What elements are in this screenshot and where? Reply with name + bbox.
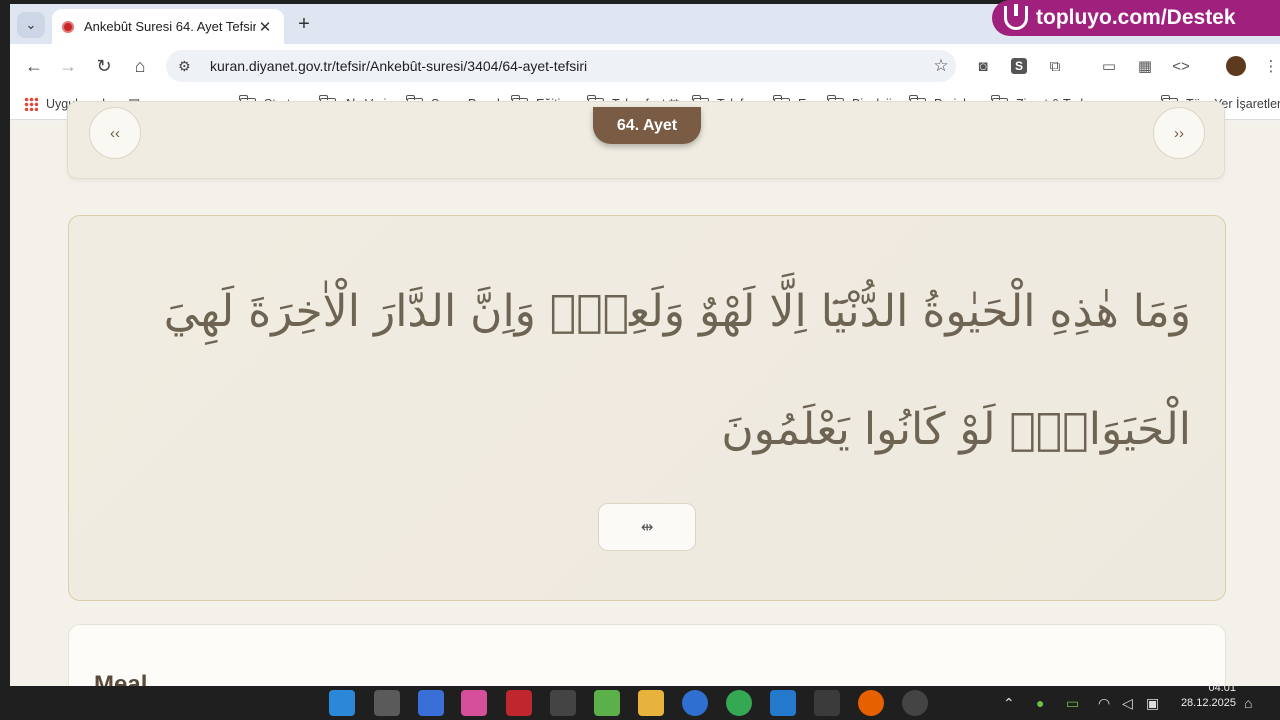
copilot-icon[interactable]: [461, 690, 487, 716]
apps-grid-icon: [24, 97, 38, 111]
qr-code-icon[interactable]: ▦: [1134, 55, 1156, 77]
tray-chevron-icon[interactable]: ⌃: [1003, 695, 1015, 712]
topluyo-logo-icon: [1004, 4, 1028, 30]
menu-kebab-icon[interactable]: ⋮: [1260, 55, 1280, 77]
tab-search-button[interactable]: ⌄: [17, 12, 45, 38]
battery-charge-icon[interactable]: ▭: [1066, 695, 1079, 712]
browser-blue-icon[interactable]: [682, 690, 708, 716]
file-explorer-icon[interactable]: [638, 690, 664, 716]
desktop: ⌄ Ankebût Suresi 64. Ayet Tefsiri ✕ + ← …: [0, 0, 1280, 720]
browser-toolbar: ← → ↻ ⌂ ⚙ kuran.diyanet.gov.tr/tefsir/An…: [10, 44, 1280, 88]
reload-icon[interactable]: ↻: [92, 54, 116, 78]
diyanet-favicon-icon: [62, 20, 74, 33]
next-ayet-button[interactable]: ››: [1153, 107, 1205, 159]
windows-start-icon[interactable]: [329, 690, 355, 716]
volume-icon[interactable]: ◁: [1122, 695, 1133, 712]
ayet-navigation-card: ‹‹ 64. Ayet ››: [67, 101, 1225, 179]
notification-icon[interactable]: ⌂: [1244, 695, 1252, 711]
windows-taskbar: ⌃ ● ▭ ◠ ◁ ▣ ⌂: [0, 686, 1280, 720]
ayet-number-badge: 64. Ayet: [593, 107, 701, 144]
system-clock[interactable]: 04:01 28.12.2025: [1176, 681, 1236, 711]
app-download-icon[interactable]: [814, 690, 840, 716]
address-bar[interactable]: ⚙ kuran.diyanet.gov.tr/tefsir/Ankebût-su…: [166, 50, 956, 82]
topluyo-overlay-logo: topluyo.com/Destek: [992, 0, 1280, 36]
arabic-verse-line-2: الْحَيَوَانُۢ لَوْ كَانُوا يَعْلَمُونَ: [721, 404, 1191, 455]
new-tab-button[interactable]: +: [292, 12, 316, 36]
app-circle-icon[interactable]: [902, 690, 928, 716]
url-text[interactable]: kuran.diyanet.gov.tr/tefsir/Ankebût-sure…: [210, 58, 926, 74]
meal-card: Meal: [68, 624, 1226, 686]
clock-date: 28.12.2025: [1180, 697, 1236, 709]
arabic-text-card: وَمَا هٰذِهِ الْحَيٰوةُ الدُّنْيَٓا اِلَ…: [68, 215, 1226, 601]
task-view-icon[interactable]: [374, 690, 400, 716]
arabic-verse-line-1: وَمَا هٰذِهِ الْحَيٰوةُ الدُّنْيَٓا اِلَ…: [163, 286, 1191, 337]
store-app-icon[interactable]: [418, 690, 444, 716]
tab-title: Ankebût Suresi 64. Ayet Tefsiri: [84, 19, 256, 34]
browser-window: ⌄ Ankebût Suresi 64. Ayet Tefsiri ✕ + ← …: [10, 4, 1280, 686]
extension-s-icon[interactable]: S: [1011, 58, 1027, 74]
firefox-icon[interactable]: [858, 690, 884, 716]
app-layers-icon[interactable]: [594, 690, 620, 716]
close-tab-icon[interactable]: ✕: [256, 18, 274, 36]
extensions-puzzle-icon[interactable]: ⧉: [1044, 55, 1066, 77]
active-tab[interactable]: Ankebût Suresi 64. Ayet Tefsiri ✕: [52, 9, 284, 44]
code-icon[interactable]: <>: [1170, 55, 1192, 77]
vscode-icon[interactable]: [770, 690, 796, 716]
previous-ayet-button[interactable]: ‹‹: [89, 107, 141, 159]
power-icon[interactable]: ▣: [1146, 695, 1159, 712]
forward-arrow-icon[interactable]: →: [56, 54, 80, 78]
page-content: ‹‹ 64. Ayet ›› وَمَا هٰذِهِ الْحَيٰوةُ ا…: [10, 101, 1280, 686]
home-icon[interactable]: ⌂: [128, 54, 152, 78]
profile-avatar[interactable]: [1226, 56, 1246, 76]
screenshot-icon[interactable]: ◙: [972, 55, 994, 77]
chrome-icon[interactable]: [726, 690, 752, 716]
devices-icon[interactable]: ▭: [1098, 55, 1120, 77]
clock-time: 04:01: [1208, 682, 1236, 694]
meal-heading: Meal: [94, 671, 148, 686]
microphone-icon[interactable]: ●: [1036, 695, 1044, 711]
audio-toggle-button[interactable]: ⇹: [598, 503, 696, 551]
app-red-icon[interactable]: [506, 690, 532, 716]
bookmark-star-icon[interactable]: ☆: [926, 56, 956, 76]
back-arrow-icon[interactable]: ←: [22, 54, 46, 78]
app-cube-icon[interactable]: [550, 690, 576, 716]
wifi-icon[interactable]: ◠: [1098, 695, 1110, 712]
site-settings-icon[interactable]: ⚙: [178, 58, 196, 75]
